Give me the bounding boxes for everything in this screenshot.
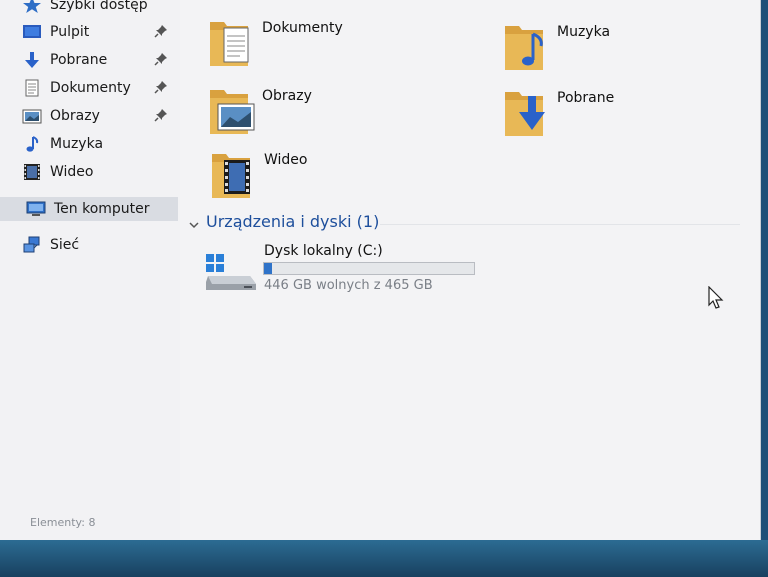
picture-icon xyxy=(22,107,42,125)
folder-muzyka[interactable]: Muzyka xyxy=(503,20,610,74)
sidebar-item-label: Pobrane xyxy=(50,52,108,68)
videos-folder-icon xyxy=(210,148,258,202)
sidebar-item-dokumenty[interactable]: Dokumenty xyxy=(22,76,172,100)
pin-icon[interactable] xyxy=(154,108,168,122)
documents-folder-icon xyxy=(208,16,256,70)
folder-pobrane[interactable]: Pobrane xyxy=(503,86,614,140)
folder-wideo[interactable]: Wideo xyxy=(210,148,308,202)
sidebar-item-label: Muzyka xyxy=(50,136,104,152)
pictures-folder-icon xyxy=(208,84,256,138)
network-icon xyxy=(22,236,42,254)
section-divider xyxy=(380,224,740,225)
music-folder-icon xyxy=(503,20,551,74)
folder-obrazy[interactable]: Obrazy xyxy=(208,84,312,138)
sidebar-item-label: Dokumenty xyxy=(50,80,131,96)
folder-label: Muzyka xyxy=(557,24,611,40)
folder-label: Pobrane xyxy=(557,90,615,106)
pin-icon[interactable] xyxy=(154,24,168,38)
downloads-folder-icon xyxy=(503,86,551,140)
sidebar-item-label: Obrazy xyxy=(50,108,100,124)
sidebar-item-wideo[interactable]: Wideo xyxy=(22,160,172,184)
download-icon xyxy=(22,51,42,69)
sidebar-item-label: Sieć xyxy=(50,237,80,253)
video-icon xyxy=(22,163,42,181)
drive-icon xyxy=(204,252,258,296)
drive-usage-fill xyxy=(264,263,273,274)
drive-usage-bar xyxy=(263,262,475,275)
sidebar-item-siec[interactable]: Sieć xyxy=(22,233,172,257)
file-explorer-window: Szybki dostęp Pulpit Pobrane Dokumenty O… xyxy=(0,0,761,540)
folder-dokumenty[interactable]: Dokumenty xyxy=(208,16,343,70)
sidebar-item-label: Ten komputer xyxy=(54,201,150,217)
sidebar-item-ten-komputer[interactable]: Ten komputer xyxy=(0,197,178,221)
devices-section-header[interactable]: Urządzenia i dyski (1) xyxy=(188,212,379,231)
folder-label: Dokumenty xyxy=(262,20,343,36)
sidebar-item-label: Szybki dostęp xyxy=(50,0,148,13)
content-pane: Dokumenty Muzyka Obrazy Pobrane Wideo Ur… xyxy=(180,0,760,540)
chevron-down-icon xyxy=(188,216,200,228)
sidebar-item-pulpit[interactable]: Pulpit xyxy=(22,20,172,44)
music-icon xyxy=(22,135,42,153)
document-icon xyxy=(22,79,42,97)
drive-name: Dysk lokalny (C:) xyxy=(264,243,383,259)
mouse-cursor-icon xyxy=(708,285,724,310)
sidebar-item-muzyka[interactable]: Muzyka xyxy=(22,132,172,156)
folder-label: Obrazy xyxy=(262,88,312,104)
sidebar-item-pobrane[interactable]: Pobrane xyxy=(22,48,172,72)
pin-icon[interactable] xyxy=(154,80,168,94)
section-title: Urządzenia i dyski (1) xyxy=(206,212,380,231)
folder-label: Wideo xyxy=(264,152,308,168)
sidebar-item-label: Wideo xyxy=(50,164,94,180)
navigation-pane: Szybki dostęp Pulpit Pobrane Dokumenty O… xyxy=(0,0,180,540)
drive-free-space: 446 GB wolnych z 465 GB xyxy=(264,278,433,293)
sidebar-item-quick-access[interactable]: Szybki dostęp xyxy=(22,0,172,17)
pin-icon[interactable] xyxy=(154,52,168,66)
taskbar xyxy=(0,540,768,577)
computer-icon xyxy=(26,200,46,218)
sidebar-item-obrazy[interactable]: Obrazy xyxy=(22,104,172,128)
item-count-status: Elementy: 8 xyxy=(30,516,96,529)
star-icon xyxy=(22,0,42,14)
sidebar-item-label: Pulpit xyxy=(50,24,90,40)
desktop-icon xyxy=(22,23,42,41)
